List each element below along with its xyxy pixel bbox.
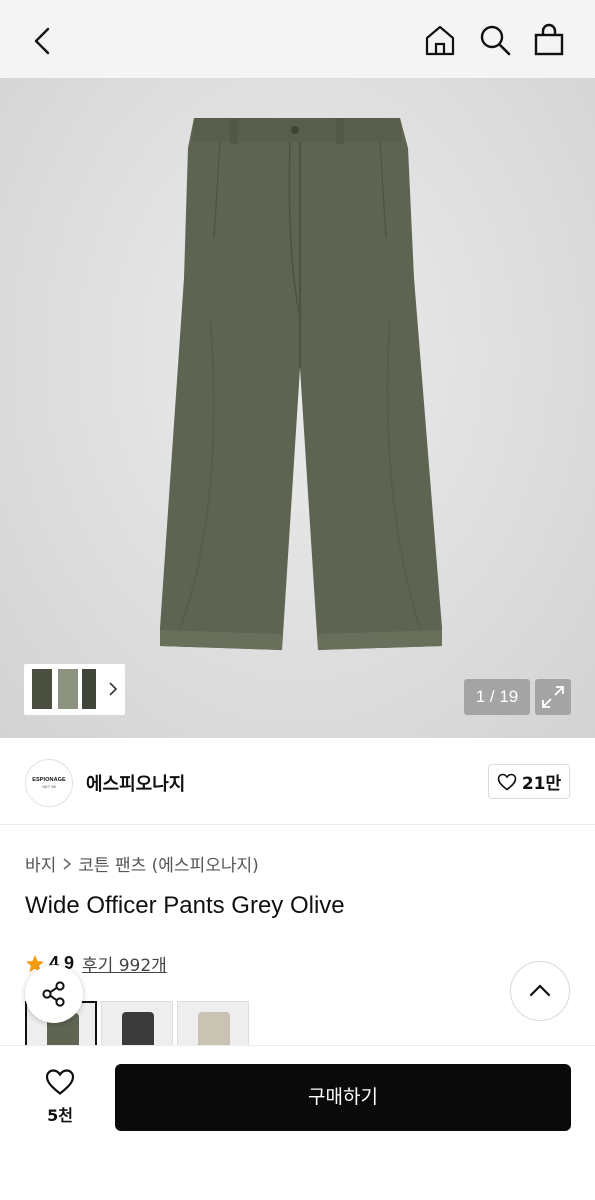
image-counter: 1 / 19 bbox=[464, 679, 530, 715]
swatch-image bbox=[198, 1012, 230, 1048]
thumbnail-light[interactable] bbox=[58, 669, 78, 709]
swatch-beige[interactable] bbox=[177, 1001, 249, 1049]
breadcrumb: 바지 코튼 팬츠 (에스피오나지) bbox=[25, 851, 259, 876]
wishlist-button[interactable]: 5천 bbox=[36, 1068, 84, 1126]
share-button[interactable] bbox=[25, 965, 83, 1023]
heart-icon bbox=[497, 773, 517, 791]
shopping-bag-icon[interactable] bbox=[531, 22, 567, 58]
brand-like-count: 21만 bbox=[521, 774, 562, 794]
brand-logo-text: ESPIONAGE bbox=[32, 777, 66, 783]
swatch-image bbox=[122, 1012, 154, 1048]
product-image-pants bbox=[160, 118, 442, 650]
heart-icon bbox=[45, 1069, 75, 1095]
brand-row[interactable]: ESPIONAGE NET 98 에스피오나지 21만 bbox=[0, 739, 595, 825]
wishlist-count: 5천 bbox=[47, 1106, 73, 1125]
swatch-charcoal[interactable] bbox=[101, 1001, 173, 1049]
expand-icon bbox=[542, 686, 564, 708]
share-icon bbox=[42, 981, 65, 1007]
brand-name[interactable]: 에스피오나지 bbox=[86, 770, 185, 796]
product-title: Wide Officer Pants Grey Olive bbox=[25, 892, 345, 919]
expand-button[interactable] bbox=[535, 679, 571, 715]
brand-logo[interactable]: ESPIONAGE NET 98 bbox=[25, 759, 73, 807]
thumbnail-strip[interactable] bbox=[24, 664, 125, 715]
buy-button[interactable]: 구매하기 bbox=[115, 1064, 571, 1131]
thumbnail-olive[interactable] bbox=[32, 669, 52, 709]
product-image-gallery[interactable]: 1 / 19 bbox=[0, 78, 595, 738]
chevron-up-icon bbox=[529, 984, 551, 997]
home-icon[interactable] bbox=[422, 22, 458, 58]
back-icon[interactable] bbox=[26, 24, 60, 58]
bottom-action-bar: 5천 구매하기 bbox=[0, 1045, 595, 1200]
chevron-right-icon bbox=[63, 857, 72, 870]
review-link[interactable]: 후기 992개 bbox=[82, 951, 167, 976]
thumbnail-dark[interactable] bbox=[82, 669, 96, 709]
brand-like-button[interactable]: 21만 bbox=[488, 764, 570, 799]
search-icon[interactable] bbox=[477, 22, 513, 58]
top-nav-bar bbox=[0, 0, 595, 78]
chevron-right-icon bbox=[109, 682, 118, 696]
scroll-top-button[interactable] bbox=[510, 961, 570, 1021]
breadcrumb-category[interactable]: 바지 bbox=[25, 851, 56, 876]
brand-logo-subtext: NET 98 bbox=[42, 784, 56, 789]
breadcrumb-subcategory[interactable]: 코튼 팬츠 (에스피오나지) bbox=[78, 851, 258, 876]
